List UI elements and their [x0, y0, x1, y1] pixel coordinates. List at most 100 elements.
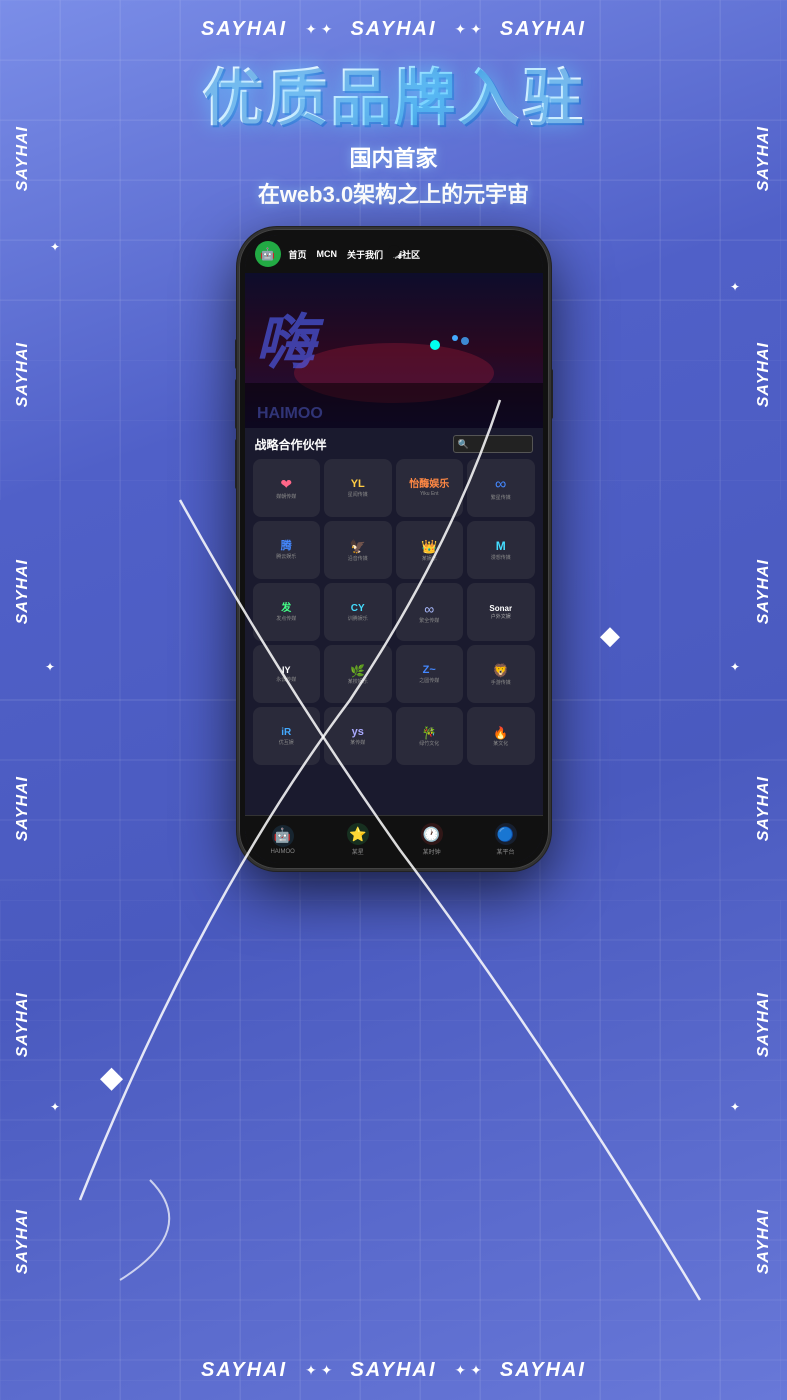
bottom-nav-clock-label: 某时钟 [423, 847, 441, 856]
brand-card-sonar[interactable]: Sonar 户外文娱 [467, 583, 535, 641]
star-separator-1: ✦ ✦ [305, 21, 332, 38]
hero-subtitle2: 在web3.0架构之上的元宇宙 [258, 177, 529, 209]
svg-text:HAIMOO: HAIMOO [257, 405, 323, 422]
brand-card-10[interactable]: ∞ 繁全传媒 [396, 583, 464, 641]
phone-camera [388, 245, 400, 257]
brand-card-17[interactable]: 🎋 绿竹文化 [396, 707, 464, 765]
brand-card-6[interactable]: 👑 某娱乐 [396, 521, 464, 579]
sayhai-bottom-2: SAYHAI [350, 1359, 436, 1382]
brand-icon-4: 腾 腾云娱乐 [257, 525, 317, 575]
sayhai-left-4: SAYHAI [14, 776, 32, 841]
sayhai-left-6: SAYHAI [14, 1209, 32, 1274]
brand-icon-13: Z~ 之圆传媒 [400, 649, 460, 699]
bottom-nav-haimoo-label: HAIMOO [270, 849, 294, 855]
sparkle-large-1: ◆ [600, 620, 620, 651]
brand-card-14[interactable]: 🦁 手游传媒 [467, 645, 535, 703]
sayhai-right-2: SAYHAI [755, 342, 773, 407]
brand-card-18[interactable]: 🔥 某文化 [467, 707, 535, 765]
brand-icon-3: ∞ 繁星传媒 [471, 463, 531, 513]
phone-screen: 🤖 首页 MCN 关于我们 嗨社区 [245, 235, 543, 863]
bottom-nav-star-icon: ⭐ [347, 823, 369, 845]
phone-power-button [549, 369, 553, 419]
sayhai-bottom-3: SAYHAI [500, 1359, 586, 1382]
brand-icon-10: ∞ 繁全传媒 [400, 587, 460, 637]
brand-card-13[interactable]: Z~ 之圆传媒 [396, 645, 464, 703]
search-box[interactable]: 🔍 [453, 435, 533, 453]
hero-title: 优质品牌入驻 [201, 65, 585, 133]
star-dot-5: ✦ [50, 1100, 60, 1114]
brand-card-4[interactable]: 腾 腾云娱乐 [253, 521, 321, 579]
brand-icon-11: IY 永云传媒 [257, 649, 317, 699]
sayhai-left-1: SAYHAI [14, 126, 32, 191]
brand-card-16[interactable]: ys 某传媒 [324, 707, 392, 765]
brand-icon-5: 🦅 沿音传媒 [328, 525, 388, 575]
nav-item-mcn[interactable]: MCN [317, 249, 338, 259]
app-screen: 🤖 首页 MCN 关于我们 嗨社区 [245, 235, 543, 863]
section-title: 战略合作伙伴 [255, 436, 327, 453]
bottom-nav-haimoo[interactable]: 🤖 HAIMOO [270, 825, 294, 855]
bottom-nav-star[interactable]: ⭐ 某星 [347, 823, 369, 856]
sayhai-bottom-1: SAYHAI [201, 1359, 287, 1382]
star-separator-4: ✦ ✦ [455, 1362, 482, 1379]
sayhai-right-3: SAYHAI [755, 559, 773, 624]
brand-card-11[interactable]: IY 永云传媒 [253, 645, 321, 703]
bottom-nav-platform-icon: 🔵 [495, 823, 517, 845]
svg-text:嗨: 嗨 [255, 309, 325, 376]
phone-volume-down-button [235, 439, 239, 489]
star-dot-2: ✦ [730, 280, 740, 294]
brand-card-7[interactable]: M 漫想传媒 [467, 521, 535, 579]
brand-card-12[interactable]: 🌿 某校娱乐 [324, 645, 392, 703]
star-dot-6: ✦ [730, 1100, 740, 1114]
left-marquee: SAYHAI SAYHAI SAYHAI SAYHAI SAYHAI SAYHA… [14, 0, 32, 1400]
brand-card-3[interactable]: ∞ 繁星传媒 [467, 459, 535, 517]
brand-card-2[interactable]: 怡酶娱乐 Yiku Ent [396, 459, 464, 517]
nav-item-home[interactable]: 首页 [289, 248, 307, 261]
bottom-nav-haimoo-icon: 🤖 [272, 825, 294, 847]
phone-mockup: 🤖 首页 MCN 关于我们 嗨社区 [239, 229, 549, 869]
right-marquee: SAYHAI SAYHAI SAYHAI SAYHAI SAYHAI SAYHA… [755, 0, 773, 1400]
brand-icon-sonar: Sonar 户外文娱 [471, 587, 531, 637]
brand-icon-1: YL 星闻传媒 [328, 463, 388, 513]
star-dot-1: ✦ [50, 240, 60, 254]
star-dot-4: ✦ [730, 660, 740, 674]
bottom-nav-star-label: 某星 [352, 847, 364, 856]
sayhai-top-2: SAYHAI [350, 18, 436, 41]
sayhai-top-1: SAYHAI [201, 18, 287, 41]
sayhai-top-3: SAYHAI [500, 18, 586, 41]
bottom-marquee: SAYHAI ✦ ✦ SAYHAI ✦ ✦ SAYHAI [0, 1359, 787, 1382]
brand-card-5[interactable]: 🦅 沿音传媒 [324, 521, 392, 579]
brand-card-0[interactable]: ❤ 媒朝传媒 [253, 459, 321, 517]
phone-mute-button [235, 339, 239, 369]
brand-icon-15: iR 优互娱 [257, 711, 317, 761]
sayhai-right-5: SAYHAI [755, 992, 773, 1057]
brand-card-1[interactable]: YL 星闻传媒 [324, 459, 392, 517]
bottom-nav-clock-icon: 🕐 [421, 823, 443, 845]
brand-icon-9: CY 训腾娱乐 [328, 587, 388, 637]
phone-volume-up-button [235, 379, 239, 429]
brand-icon-17: 🎋 绿竹文化 [400, 711, 460, 761]
star-dot-3: ✦ [45, 660, 55, 674]
main-content: 优质品牌入驻 国内首家 在web3.0架构之上的元宇宙 🤖 首页 MCN [0, 0, 787, 1400]
app-nav-items: 首页 MCN 关于我们 嗨社区 [289, 248, 421, 261]
app-logo: 🤖 [255, 241, 281, 267]
phone-body: 🤖 首页 MCN 关于我们 嗨社区 [239, 229, 549, 869]
bottom-nav-platform[interactable]: 🔵 某平台 [495, 823, 517, 856]
hero-subtitle1: 国内首家 [349, 141, 437, 173]
bottom-nav-clock[interactable]: 🕐 某时钟 [421, 823, 443, 856]
app-bottom-nav: 🤖 HAIMOO ⭐ 某星 🕐 某时钟 🔵 [245, 815, 543, 863]
brand-icon-6: 👑 某娱乐 [400, 525, 460, 575]
sayhai-left-2: SAYHAI [14, 342, 32, 407]
brand-icon-7: M 漫想传媒 [471, 525, 531, 575]
brand-icon-18: 🔥 某文化 [471, 711, 531, 761]
brand-icon-12: 🌿 某校娱乐 [328, 649, 388, 699]
brand-icon-8: 发 发点传媒 [257, 587, 317, 637]
brand-icon-0: ❤ 媒朝传媒 [257, 463, 317, 513]
nav-item-about[interactable]: 关于我们 [347, 248, 383, 261]
brand-card-8[interactable]: 发 发点传媒 [253, 583, 321, 641]
brand-card-9[interactable]: CY 训腾娱乐 [324, 583, 392, 641]
brand-card-15[interactable]: iR 优互娱 [253, 707, 321, 765]
brand-icon-14: 🦁 手游传媒 [471, 649, 531, 699]
brand-grid: ❤ 媒朝传媒 YL 星闻传媒 [253, 459, 535, 765]
star-separator-3: ✦ ✦ [305, 1362, 332, 1379]
app-banner: 嗨 HAIMOO [245, 273, 543, 428]
